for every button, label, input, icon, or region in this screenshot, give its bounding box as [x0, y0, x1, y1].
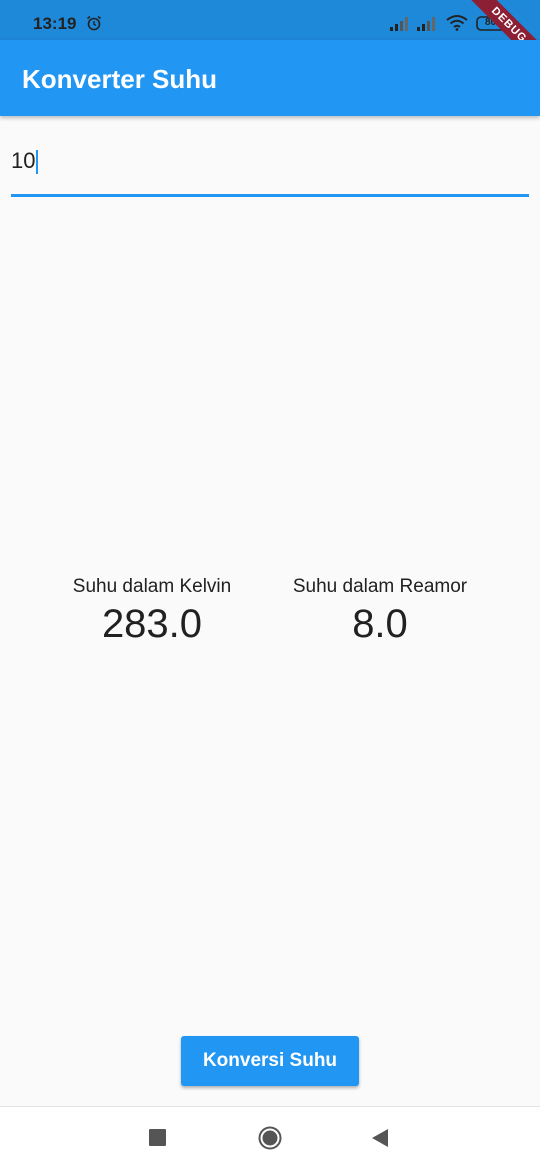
home-icon[interactable] [258, 1126, 282, 1150]
back-icon[interactable] [371, 1128, 389, 1148]
reamur-value: 8.0 [352, 602, 408, 646]
wifi-icon [446, 15, 468, 31]
signal-icon [417, 17, 435, 31]
status-bar: 13:19 80 DEBUG [0, 0, 540, 40]
app-bar: Konverter Suhu [0, 40, 540, 116]
temperature-input-field[interactable] [11, 140, 529, 197]
status-time: 13:19 [33, 14, 77, 33]
reamur-label: Suhu dalam Reamor [292, 576, 468, 597]
text-cursor [36, 150, 38, 174]
kelvin-label: Suhu dalam Kelvin [72, 576, 232, 597]
convert-button[interactable]: Konversi Suhu [181, 1036, 359, 1086]
reamur-result: Suhu dalam Reamor 8.0 [270, 576, 490, 648]
recent-apps-icon[interactable] [149, 1129, 166, 1146]
kelvin-value: 283.0 [101, 602, 203, 646]
system-nav-bar [0, 1106, 540, 1171]
kelvin-result: Suhu dalam Kelvin 283.0 [42, 576, 262, 648]
temperature-input[interactable] [11, 140, 529, 182]
signal-icon [390, 17, 408, 31]
alarm-icon [87, 15, 101, 31]
app-title: Konverter Suhu [22, 64, 218, 94]
debug-banner: DEBUG [456, 0, 540, 40]
